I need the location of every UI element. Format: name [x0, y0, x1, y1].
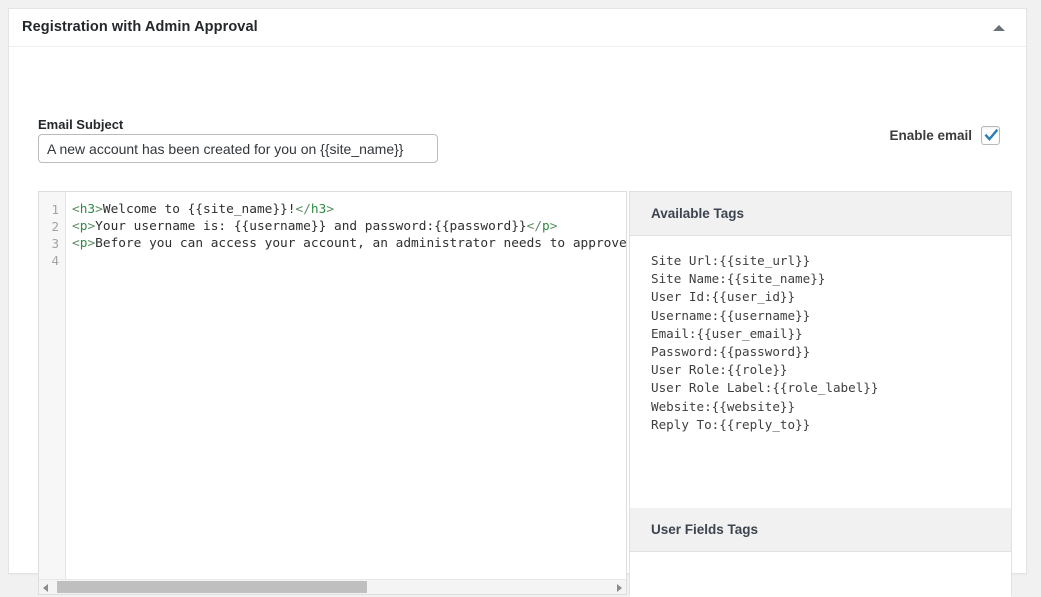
- editor-line-number-gutter: 1 2 3 4: [39, 192, 66, 594]
- available-tag-item[interactable]: Username:{{username}}: [651, 307, 1011, 325]
- available-tag-item[interactable]: User Role Label:{{role_label}}: [651, 379, 1011, 397]
- registration-email-metabox: Registration with Admin Approval Email S…: [8, 8, 1027, 597]
- code-line: <h3>Welcome to {{site_name}}!</h3>: [67, 201, 626, 218]
- code-line: <p>Your username is: {{username}} and pa…: [67, 218, 626, 235]
- code-token: Welcome to {{site_name}}!: [102, 202, 296, 217]
- checkmark-icon: [984, 128, 999, 142]
- user-fields-tags-list: [630, 552, 1011, 597]
- code-line: <p>Before you can access your account, a…: [67, 235, 626, 252]
- enable-email-checkbox[interactable]: [981, 126, 1000, 145]
- available-tags-list: Site Url:{{site_url}} Site Name:{{site_na…: [630, 236, 1011, 508]
- email-subject-label: Email Subject: [38, 117, 124, 132]
- triangle-left-icon[interactable]: [40, 580, 54, 594]
- enable-email-label: Enable email: [889, 128, 972, 143]
- code-token: >: [87, 219, 96, 234]
- code-token: Your username is: {{username}} and passw…: [95, 219, 527, 234]
- available-tag-item[interactable]: Reply To:{{reply_to}}: [651, 416, 1011, 434]
- line-number: 1: [51, 202, 59, 217]
- user-fields-tags-header: User Fields Tags: [630, 508, 1011, 552]
- page-title: Registration with Admin Approval: [22, 19, 258, 35]
- available-tag-item[interactable]: User Id:{{user_id}}: [651, 288, 1011, 306]
- email-subject-input[interactable]: [38, 134, 438, 163]
- editor-code-area[interactable]: <h3>Welcome to {{site_name}}!</h3> <p>You…: [67, 192, 626, 580]
- available-tag-item[interactable]: Site Name:{{site_name}}: [651, 270, 1011, 288]
- available-tag-item[interactable]: Site Url:{{site_url}}: [651, 252, 1011, 270]
- metabox-header: Registration with Admin Approval: [9, 9, 1026, 47]
- triangle-up-icon[interactable]: [982, 9, 1016, 46]
- enable-email-control: Enable email: [889, 126, 1000, 145]
- code-token: <: [72, 236, 80, 251]
- code-token: p: [542, 219, 550, 234]
- code-token: >: [87, 236, 96, 251]
- code-token: Before you can access your account, an a…: [95, 236, 626, 251]
- editor-horizontal-scrollbar[interactable]: [39, 579, 626, 594]
- tags-panel: Available Tags Site Url:{{site_url}} Site…: [629, 191, 1012, 597]
- code-token: </: [526, 219, 543, 234]
- code-token: h3: [79, 202, 96, 217]
- available-tags-header: Available Tags: [630, 192, 1011, 236]
- code-token: </: [295, 202, 311, 217]
- collapse-arrow-shape: [993, 25, 1005, 31]
- available-tag-item[interactable]: Email:{{user_email}}: [651, 325, 1011, 343]
- code-token: >: [95, 202, 103, 217]
- line-number: 4: [51, 253, 59, 268]
- code-token: <: [72, 219, 80, 234]
- available-tag-item[interactable]: Password:{{password}}: [651, 343, 1011, 361]
- line-number: 3: [51, 236, 59, 251]
- available-tag-item[interactable]: Website:{{website}}: [651, 398, 1011, 416]
- available-tag-item[interactable]: User Role:{{role}}: [651, 361, 1011, 379]
- code-token: >: [549, 219, 558, 234]
- email-body-code-editor[interactable]: 1234 <h3>Welcome to {{site_name}}!</h3> <…: [38, 191, 627, 595]
- code-token: >: [326, 202, 335, 217]
- line-number: 2: [51, 219, 59, 234]
- triangle-right-icon[interactable]: [611, 580, 625, 594]
- code-token: h3: [310, 202, 327, 217]
- metabox-body: Email Subject Enable email 1234 <h3>Welc…: [9, 47, 1026, 597]
- code-token: <: [72, 202, 80, 217]
